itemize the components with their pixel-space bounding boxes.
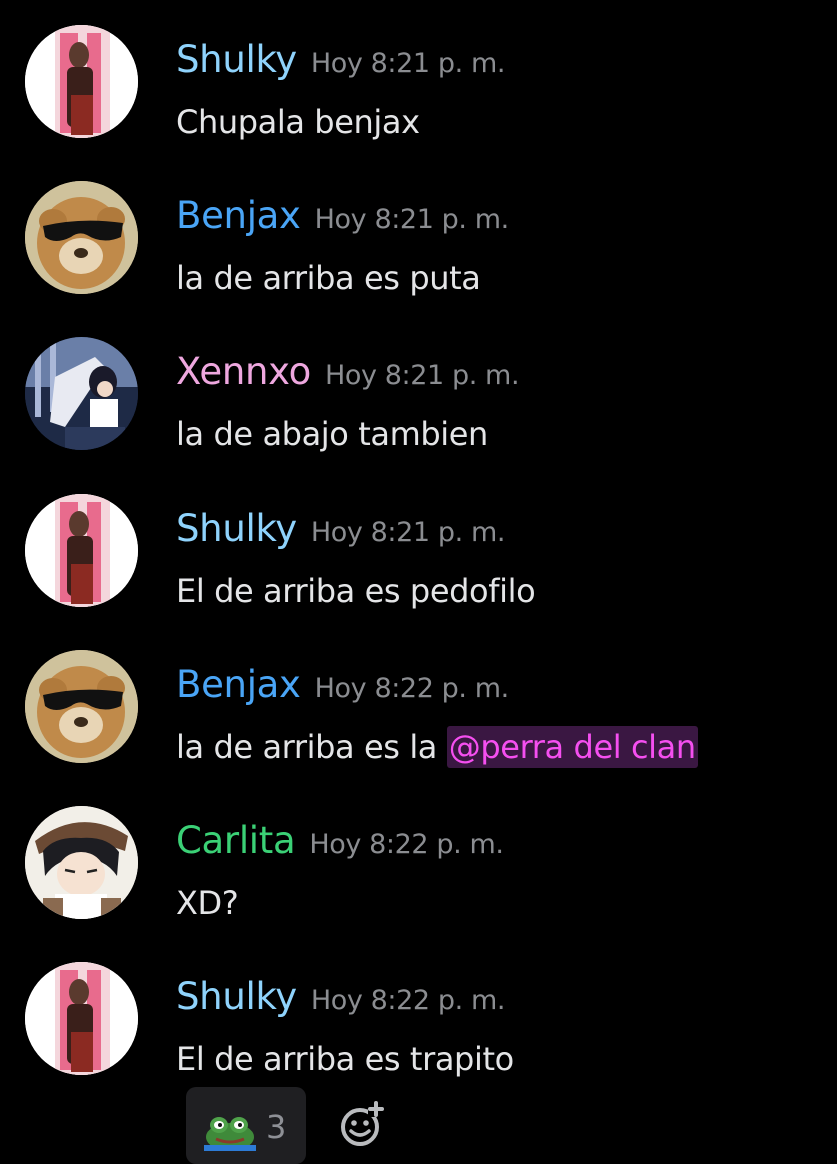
username[interactable]: Xennxo (176, 350, 311, 393)
message-text: la de abajo tambien (176, 415, 488, 453)
avatar[interactable] (25, 494, 138, 607)
message-item[interactable]: Benjax Hoy 8:22 p. m. la de arriba es la … (0, 625, 837, 781)
username[interactable]: Benjax (176, 194, 301, 237)
message-text: El de arriba es pedofilo (176, 572, 536, 610)
message-item[interactable]: Benjax Hoy 8:21 p. m. la de arriba es put… (0, 156, 837, 312)
message-header: Carlita Hoy 8:22 p. m. (176, 817, 504, 865)
avatar[interactable] (25, 181, 138, 294)
message-header: Benjax Hoy 8:21 p. m. (176, 192, 509, 240)
xennxo-avatar-icon (25, 337, 138, 450)
avatar[interactable] (25, 25, 138, 138)
shulky-avatar-icon (25, 494, 138, 607)
timestamp: Hoy 8:21 p. m. (310, 48, 506, 79)
shulky-avatar-icon (25, 25, 138, 138)
reactions-bar: 3 (186, 1087, 586, 1164)
benjax-avatar-icon (25, 650, 138, 763)
add-reaction-icon[interactable] (338, 1099, 388, 1149)
timestamp: Hoy 8:21 p. m. (324, 360, 520, 391)
message-header: Benjax Hoy 8:22 p. m. (176, 661, 509, 709)
reaction-count: 3 (266, 1108, 287, 1146)
message-item[interactable]: Shulky Hoy 8:22 p. m. El de arriba es tra… (0, 937, 837, 1093)
message-text: la de arriba es la @perra del clan (176, 722, 698, 772)
shulky-avatar-icon (25, 962, 138, 1075)
reaction-button[interactable]: 3 (186, 1087, 306, 1164)
timestamp: Hoy 8:22 p. m. (314, 673, 510, 704)
message-item[interactable]: Xennxo Hoy 8:21 p. m. la de abajo tambien (0, 312, 837, 468)
carlita-avatar-icon (25, 806, 138, 919)
message-item[interactable]: Carlita Hoy 8:22 p. m. XD? (0, 781, 837, 937)
username[interactable]: Shulky (176, 975, 297, 1018)
message-item[interactable]: Shulky Hoy 8:21 p. m. Chupala benjax (0, 0, 837, 156)
message-header: Shulky Hoy 8:21 p. m. (176, 36, 505, 84)
message-header: Xennxo Hoy 8:21 p. m. (176, 348, 520, 396)
message-text: El de arriba es trapito (176, 1040, 514, 1078)
username[interactable]: Carlita (176, 819, 296, 862)
avatar[interactable] (25, 337, 138, 450)
benjax-avatar-icon (25, 181, 138, 294)
username[interactable]: Shulky (176, 38, 297, 81)
user-mention[interactable]: @perra del clan (446, 726, 698, 768)
message-header: Shulky Hoy 8:21 p. m. (176, 505, 505, 553)
timestamp: Hoy 8:21 p. m. (314, 204, 510, 235)
frog-emoji-icon (204, 1117, 256, 1151)
avatar[interactable] (25, 806, 138, 919)
message-text: la de arriba es puta (176, 259, 481, 297)
avatar[interactable] (25, 650, 138, 763)
avatar[interactable] (25, 962, 138, 1075)
username[interactable]: Benjax (176, 663, 301, 706)
message-header: Shulky Hoy 8:22 p. m. (176, 973, 505, 1021)
message-item[interactable]: Shulky Hoy 8:21 p. m. El de arriba es ped… (0, 469, 837, 625)
username[interactable]: Shulky (176, 507, 297, 550)
message-text: Chupala benjax (176, 103, 420, 141)
timestamp: Hoy 8:22 p. m. (309, 829, 504, 860)
message-text-body: la de arriba es la (176, 728, 447, 766)
timestamp: Hoy 8:22 p. m. (310, 985, 506, 1016)
timestamp: Hoy 8:21 p. m. (310, 517, 506, 548)
message-text: XD? (176, 884, 239, 922)
chat-message-list: Shulky Hoy 8:21 p. m. Chupala benjax Benj… (0, 0, 837, 1164)
